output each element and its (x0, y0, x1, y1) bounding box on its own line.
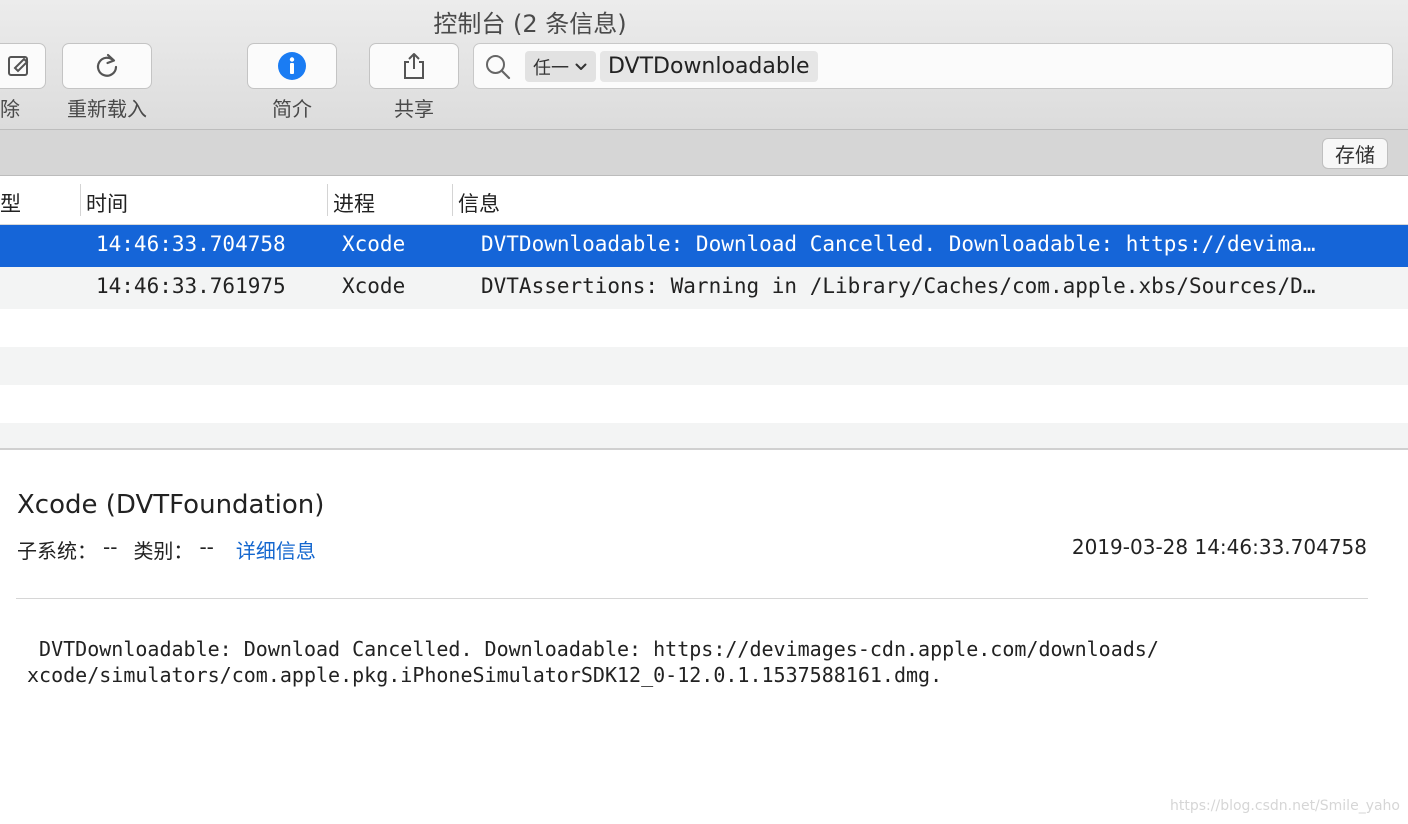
column-header-time[interactable]: 时间 (86, 188, 128, 218)
table-header: 型 时间 进程 信息 (0, 176, 1408, 225)
details-link[interactable]: 详细信息 (236, 535, 316, 564)
detail-meta: 子系统： -- 类别： -- 详细信息 (17, 535, 316, 564)
table-row[interactable]: 14:46:33.761975 Xcode DVTAssertions: War… (0, 267, 1408, 309)
column-header-process[interactable]: 进程 (333, 188, 375, 218)
row-message: DVTAssertions: Warning in /Library/Cache… (481, 274, 1316, 298)
share-label: 共享 (394, 97, 434, 121)
detail-title: Xcode (DVTFoundation) (17, 490, 325, 520)
chevron-down-icon (575, 56, 587, 77)
empty-row (0, 385, 1408, 423)
search-icon (484, 53, 512, 85)
search-scope-select[interactable]: 任一 (525, 51, 596, 82)
row-message: DVTDownloadable: Download Cancelled. Dow… (481, 232, 1316, 256)
empty-row (0, 309, 1408, 347)
watermark: https://blog.csdn.net/Smile_yaho (1170, 798, 1400, 814)
column-separator[interactable] (80, 184, 81, 216)
split-view-divider[interactable] (0, 448, 1408, 450)
toolbar: 控制台 (2 条信息) 除 重新载入 简介 共享 任一 DVTDownloada… (0, 0, 1408, 130)
subsystem-label: 子系统： (17, 539, 97, 563)
reload-label: 重新载入 (67, 97, 147, 121)
search-token[interactable]: DVTDownloadable (600, 51, 818, 82)
subsystem-value: -- (103, 535, 118, 559)
table-row[interactable]: 14:46:33.704758 Xcode DVTDownloadable: D… (0, 225, 1408, 267)
column-header-message[interactable]: 信息 (458, 188, 500, 218)
info-label: 简介 (272, 97, 312, 121)
column-separator[interactable] (327, 184, 328, 216)
column-separator[interactable] (452, 184, 453, 216)
reload-button[interactable] (62, 43, 152, 89)
search-scope-value: 任一 (533, 57, 569, 79)
reload-icon (93, 52, 121, 80)
detail-divider (16, 598, 1368, 599)
row-time: 14:46:33.704758 (96, 232, 286, 256)
filter-bar: 存储 (0, 130, 1408, 176)
column-header-type[interactable]: 型 (0, 188, 21, 218)
clear-label: 除 (0, 97, 20, 121)
empty-row (0, 347, 1408, 385)
detail-message: DVTDownloadable: Download Cancelled. Dow… (27, 637, 1159, 687)
row-time: 14:46:33.761975 (96, 274, 286, 298)
clear-button[interactable] (0, 43, 46, 89)
window-title: 控制台 (2 条信息) (433, 10, 627, 38)
info-icon (277, 51, 307, 81)
row-process: Xcode (342, 274, 406, 298)
category-value: -- (199, 535, 214, 559)
share-button[interactable] (369, 43, 459, 89)
row-process: Xcode (342, 232, 406, 256)
search-field[interactable]: 任一 DVTDownloadable (473, 43, 1393, 89)
save-button[interactable]: 存储 (1322, 138, 1388, 169)
category-label: 类别： (133, 539, 194, 563)
clear-icon (6, 53, 32, 79)
info-button[interactable] (247, 43, 337, 89)
detail-timestamp: 2019-03-28 14:46:33.704758 (1071, 535, 1367, 559)
empty-row (0, 423, 1408, 448)
share-icon (400, 51, 428, 81)
